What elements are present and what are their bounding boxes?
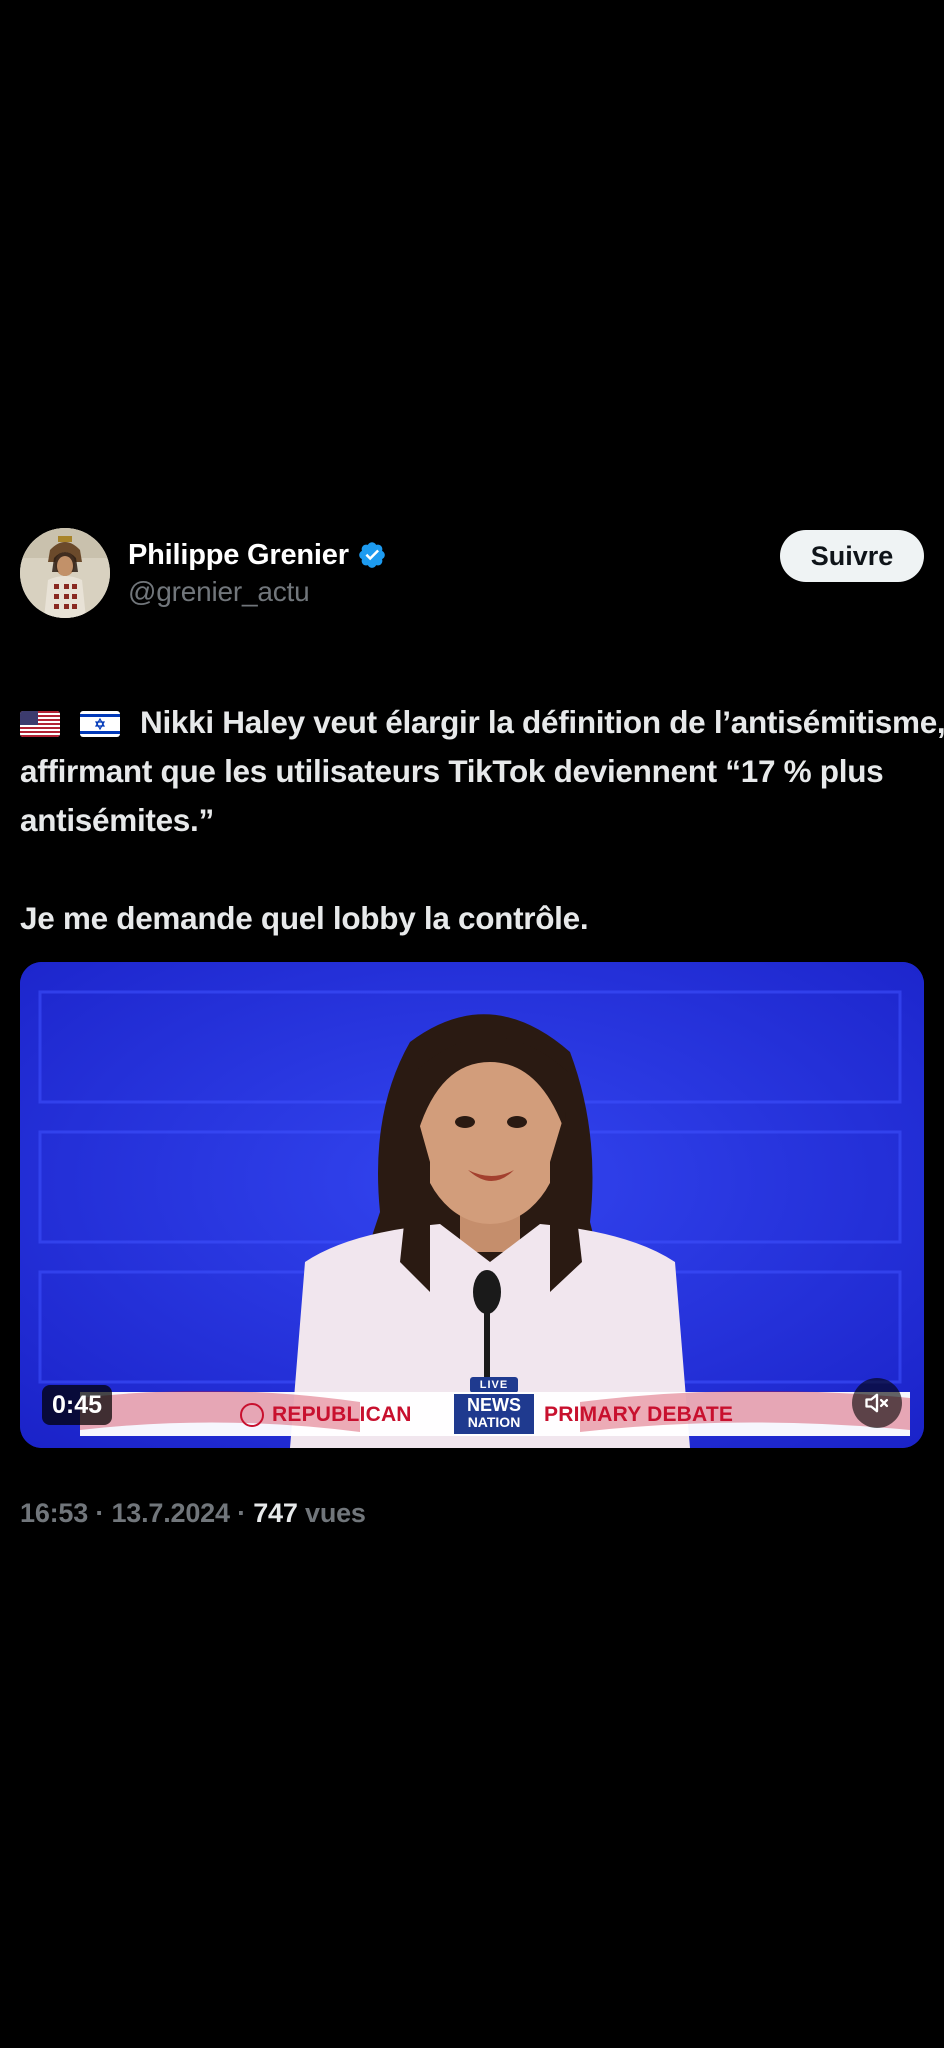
republican-seal-icon — [240, 1403, 264, 1427]
video-player[interactable]: REPUBLICAN LIVE NEWS NATION PRIMARY DEBA… — [20, 962, 924, 1448]
tweet-header: Philippe Grenier @grenier_actu Suivre — [20, 528, 924, 622]
follow-button[interactable]: Suivre — [780, 530, 924, 582]
tweet-text: Nikki Haley veut élargir la définition d… — [20, 698, 944, 943]
tweet-meta: 16:53 · 13.7.2024 · 747 vues — [20, 1498, 366, 1529]
tweet: Philippe Grenier @grenier_actu Suivre Ni… — [20, 528, 944, 1528]
video-duration: 0:45 — [42, 1385, 113, 1425]
mute-button[interactable] — [852, 1378, 902, 1428]
tweet-date[interactable]: 13.7.2024 — [111, 1498, 230, 1528]
tweet-paragraph-1-text: Nikki Haley veut élargir la définition d… — [20, 704, 944, 838]
newsnation-logo: NEWS NATION — [452, 1392, 536, 1436]
author-info[interactable]: Philippe Grenier @grenier_actu — [128, 536, 387, 608]
lower-third-left-text: REPUBLICAN — [272, 1403, 412, 1426]
us-flag-icon — [20, 711, 60, 737]
lower-third-right: PRIMARY DEBATE — [544, 1403, 734, 1426]
logo-line-1: NEWS — [467, 1395, 521, 1415]
views-label: vues — [305, 1498, 366, 1528]
speaker-muted-icon — [865, 1393, 889, 1413]
avatar[interactable] — [20, 528, 110, 618]
tweet-time[interactable]: 16:53 — [20, 1498, 88, 1528]
author-name-row: Philippe Grenier — [128, 536, 387, 574]
video-lower-third: REPUBLICAN LIVE NEWS NATION PRIMARY DEBA… — [100, 1377, 916, 1436]
views-count: 747 — [253, 1498, 298, 1528]
avatar-portrait-icon — [20, 528, 110, 618]
meta-separator-2: · — [237, 1498, 246, 1528]
tweet-paragraph-1: Nikki Haley veut élargir la définition d… — [20, 698, 944, 845]
author-display-name[interactable]: Philippe Grenier — [128, 539, 349, 572]
logo-line-2: NATION — [467, 1414, 521, 1430]
meta-separator-1: · — [95, 1498, 105, 1528]
israel-flag-icon — [80, 711, 120, 737]
live-tag: LIVE — [470, 1377, 518, 1393]
author-handle[interactable]: @grenier_actu — [128, 576, 387, 608]
lower-third-left: REPUBLICAN — [240, 1400, 460, 1430]
video-frame — [20, 962, 924, 1448]
verified-badge-icon — [357, 540, 387, 570]
tweet-paragraph-2: Je me demande quel lobby la contrôle. — [20, 900, 589, 936]
